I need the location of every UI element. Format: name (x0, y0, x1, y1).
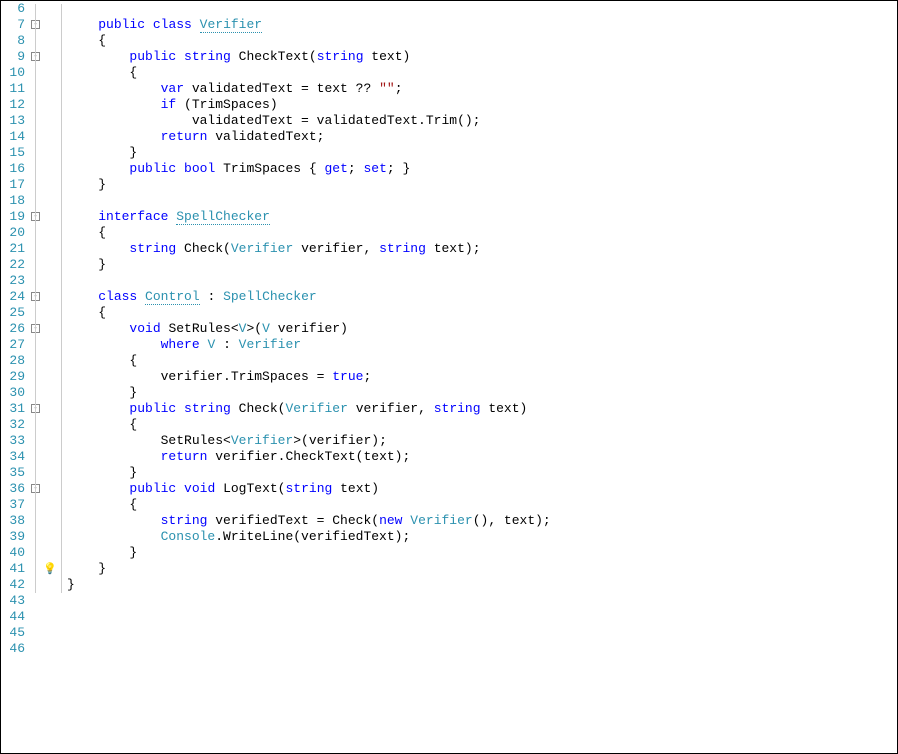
line-number: 7 (1, 17, 25, 33)
fold-column: ------- (29, 1, 43, 753)
code-line[interactable]: string verifiedText = Check(new Verifier… (67, 513, 897, 529)
code-line[interactable] (67, 273, 897, 289)
code-line[interactable]: interface SpellChecker (67, 209, 897, 225)
code-line[interactable]: Console.WriteLine(verifiedText); (67, 529, 897, 545)
line-number: 23 (1, 273, 25, 289)
line-number: 14 (1, 129, 25, 145)
code-line[interactable]: } (67, 577, 897, 593)
outline-column (57, 1, 67, 753)
line-number: 43 (1, 593, 25, 609)
line-number: 15 (1, 145, 25, 161)
line-number: 25 (1, 305, 25, 321)
line-number: 32 (1, 417, 25, 433)
line-number: 45 (1, 625, 25, 641)
code-line[interactable] (67, 1, 897, 17)
line-number: 6 (1, 1, 25, 17)
code-line[interactable]: public bool TrimSpaces { get; set; } (67, 161, 897, 177)
line-number: 10 (1, 65, 25, 81)
line-number: 12 (1, 97, 25, 113)
code-line[interactable]: } (67, 145, 897, 161)
lightbulb-column: 💡 (43, 1, 57, 753)
line-number: 27 (1, 337, 25, 353)
line-number: 16 (1, 161, 25, 177)
code-line[interactable]: } (67, 385, 897, 401)
code-line[interactable]: } (67, 465, 897, 481)
code-line[interactable]: return verifier.CheckText(text); (67, 449, 897, 465)
line-number: 39 (1, 529, 25, 545)
code-line[interactable]: verifier.TrimSpaces = true; (67, 369, 897, 385)
line-number: 19 (1, 209, 25, 225)
line-number: 36 (1, 481, 25, 497)
line-number: 28 (1, 353, 25, 369)
code-line[interactable]: } (67, 257, 897, 273)
line-number: 34 (1, 449, 25, 465)
code-line[interactable]: var validatedText = text ?? ""; (67, 81, 897, 97)
line-number: 42 (1, 577, 25, 593)
code-line[interactable]: if (TrimSpaces) (67, 97, 897, 113)
code-line[interactable]: public class Verifier (67, 17, 897, 33)
line-number: 24 (1, 289, 25, 305)
code-line[interactable]: public void LogText(string text) (67, 481, 897, 497)
line-number: 29 (1, 369, 25, 385)
code-line[interactable]: void SetRules<V>(V verifier) (67, 321, 897, 337)
code-line[interactable]: where V : Verifier (67, 337, 897, 353)
code-line[interactable]: public string CheckText(string text) (67, 49, 897, 65)
line-number: 33 (1, 433, 25, 449)
code-line[interactable]: { (67, 417, 897, 433)
line-number: 40 (1, 545, 25, 561)
code-line[interactable]: public string Check(Verifier verifier, s… (67, 401, 897, 417)
code-line[interactable] (67, 193, 897, 209)
code-line[interactable]: { (67, 497, 897, 513)
line-number: 44 (1, 609, 25, 625)
line-number: 30 (1, 385, 25, 401)
line-number: 46 (1, 641, 25, 657)
line-number: 22 (1, 257, 25, 273)
code-line[interactable]: string Check(Verifier verifier, string t… (67, 241, 897, 257)
code-line[interactable]: } (67, 561, 897, 577)
line-number: 18 (1, 193, 25, 209)
fold-guide (35, 4, 36, 593)
code-area[interactable]: public class Verifier { public string Ch… (67, 1, 897, 753)
code-line[interactable]: { (67, 225, 897, 241)
line-number: 9 (1, 49, 25, 65)
line-number: 11 (1, 81, 25, 97)
line-number: 26 (1, 321, 25, 337)
line-number: 31 (1, 401, 25, 417)
code-line[interactable] (67, 625, 897, 641)
outline-guide (61, 4, 62, 593)
code-line[interactable]: } (67, 545, 897, 561)
line-number: 13 (1, 113, 25, 129)
line-number: 17 (1, 177, 25, 193)
lightbulb-icon[interactable]: 💡 (43, 562, 57, 576)
line-number: 37 (1, 497, 25, 513)
code-line[interactable]: class Control : SpellChecker (67, 289, 897, 305)
code-line[interactable]: validatedText = validatedText.Trim(); (67, 113, 897, 129)
line-number: 8 (1, 33, 25, 49)
line-number: 38 (1, 513, 25, 529)
line-number: 35 (1, 465, 25, 481)
code-editor[interactable]: 6789101112131415161718192021222324252627… (1, 1, 897, 753)
code-line[interactable]: { (67, 65, 897, 81)
code-line[interactable]: return validatedText; (67, 129, 897, 145)
code-line[interactable] (67, 641, 897, 657)
code-line[interactable]: } (67, 177, 897, 193)
line-number: 20 (1, 225, 25, 241)
code-line[interactable]: { (67, 353, 897, 369)
line-number: 21 (1, 241, 25, 257)
line-number: 41 (1, 561, 25, 577)
code-line[interactable] (67, 593, 897, 609)
code-line[interactable]: { (67, 33, 897, 49)
code-line[interactable] (67, 609, 897, 625)
code-line[interactable]: { (67, 305, 897, 321)
line-number-gutter: 6789101112131415161718192021222324252627… (1, 1, 29, 753)
code-line[interactable]: SetRules<Verifier>(verifier); (67, 433, 897, 449)
